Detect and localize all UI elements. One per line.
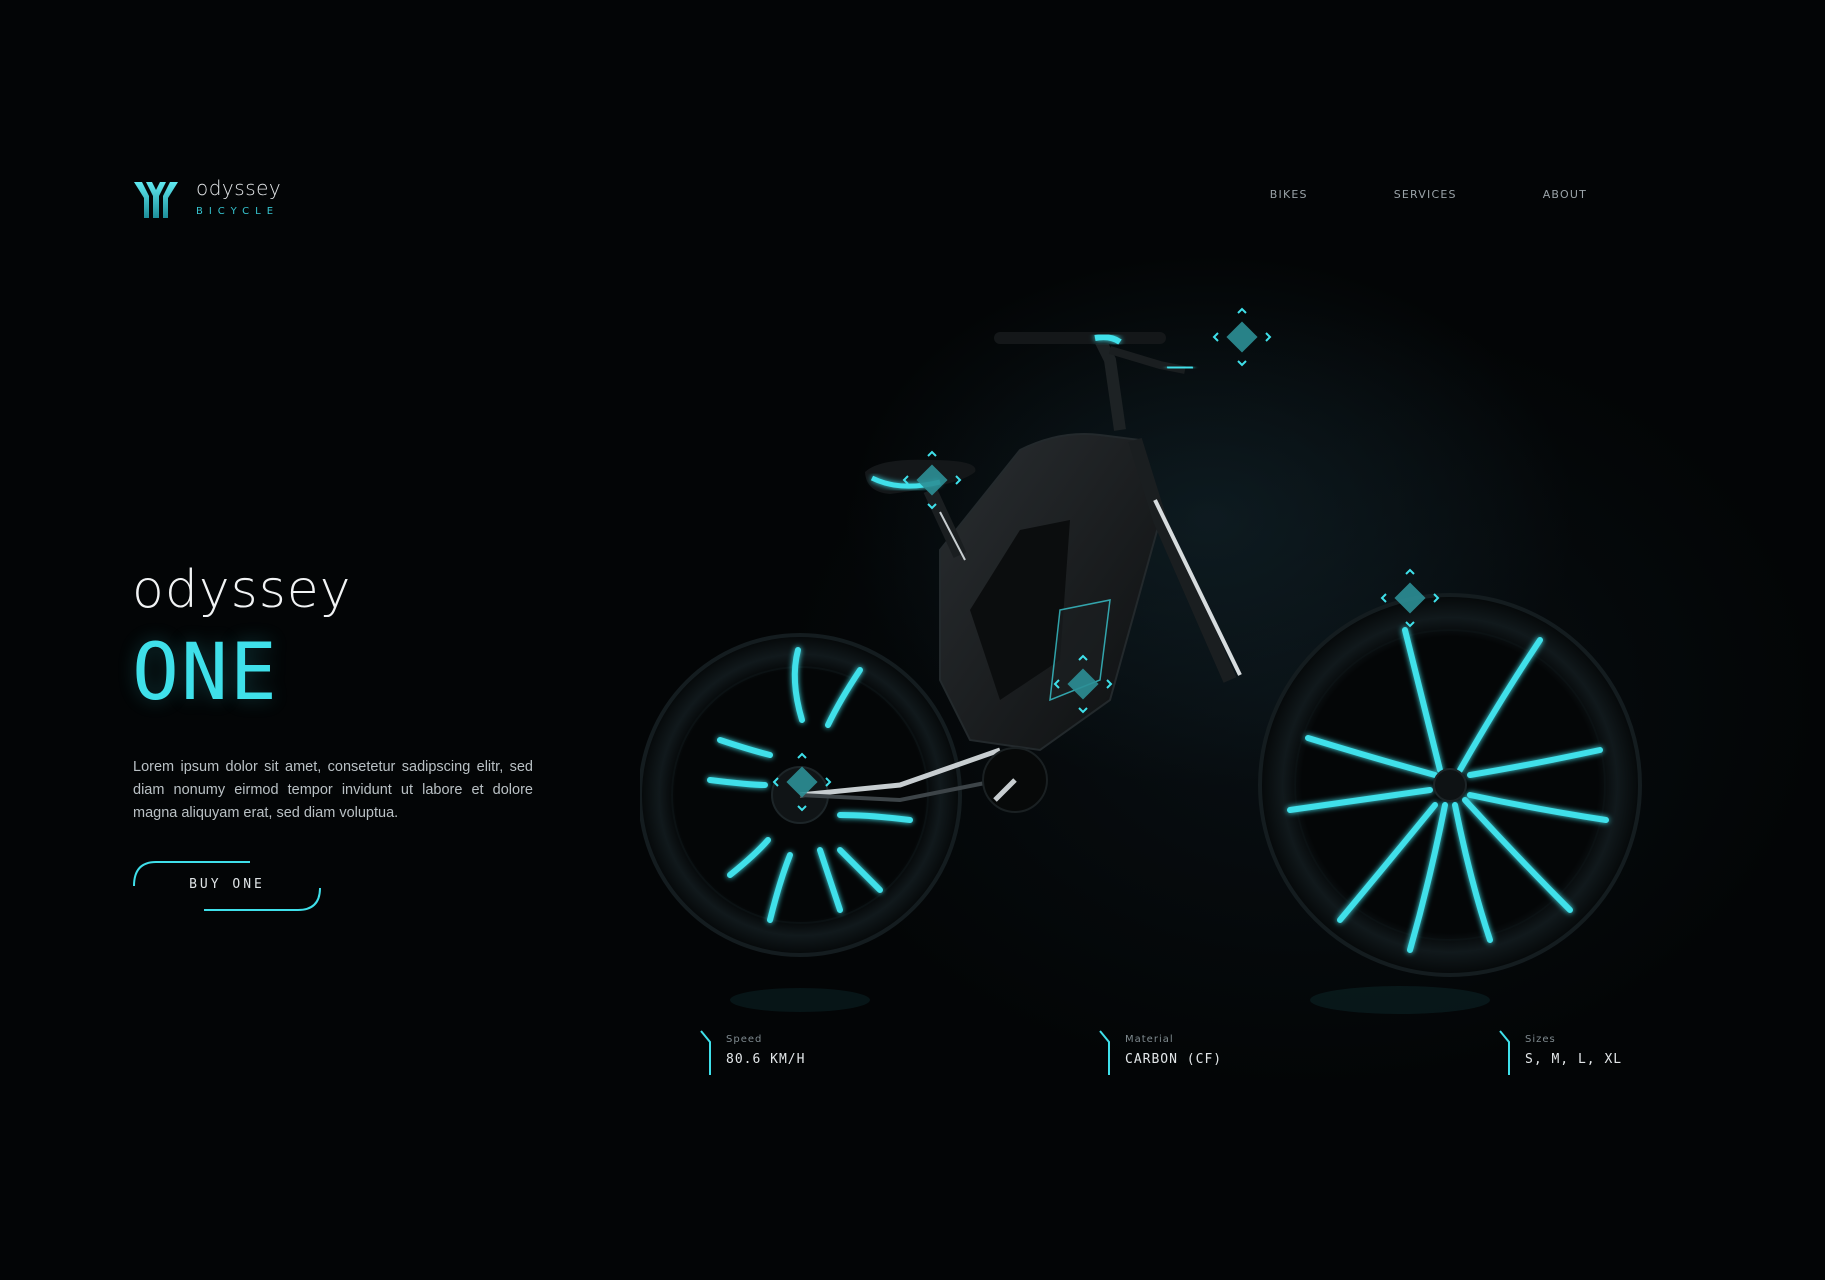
main-nav: BIKES SERVICES ABOUT xyxy=(1270,188,1587,201)
hero-description: Lorem ipsum dolor sit amet, consetetur s… xyxy=(133,759,533,821)
buy-button-label: BUY ONE xyxy=(189,877,265,892)
spec-sizes-value: S, M, L, XL xyxy=(1525,1052,1623,1067)
buy-one-button[interactable]: BUY ONE xyxy=(132,858,322,914)
nav-item-about[interactable]: ABOUT xyxy=(1543,188,1587,201)
brand-name: odyssey xyxy=(196,176,282,200)
brand-subtitle: BICYCLE xyxy=(196,206,280,217)
spec-bracket-icon xyxy=(1099,1030,1110,1075)
nav-item-bikes[interactable]: BIKES xyxy=(1270,188,1308,201)
spec-sizes: Sizes S, M, L, XL xyxy=(1499,1030,1679,1076)
spec-material-value: CARBON (CF) xyxy=(1125,1052,1223,1067)
odyssey-logo-icon xyxy=(134,182,178,218)
handlebar-hotspot[interactable] xyxy=(1212,307,1272,367)
bike-illustration xyxy=(640,307,1642,1014)
front-wheel xyxy=(1258,593,1642,977)
spec-bracket-icon xyxy=(700,1030,711,1075)
brand-logo[interactable]: odyssey BICYCLE xyxy=(132,176,312,226)
spec-material: Material CARBON (CF) xyxy=(1099,1030,1299,1076)
nav-item-services[interactable]: SERVICES xyxy=(1394,188,1457,201)
spec-speed: Speed 80.6 KM/H xyxy=(700,1030,900,1076)
spec-sizes-label: Sizes xyxy=(1525,1034,1556,1045)
hero-brand-title: odyssey xyxy=(132,560,352,620)
spec-bracket-icon xyxy=(1499,1030,1510,1075)
spec-speed-label: Speed xyxy=(726,1034,763,1045)
hero-model-title: ONE xyxy=(132,628,279,718)
spec-speed-value: 80.6 KM/H xyxy=(726,1052,806,1067)
spec-material-label: Material xyxy=(1125,1034,1174,1045)
